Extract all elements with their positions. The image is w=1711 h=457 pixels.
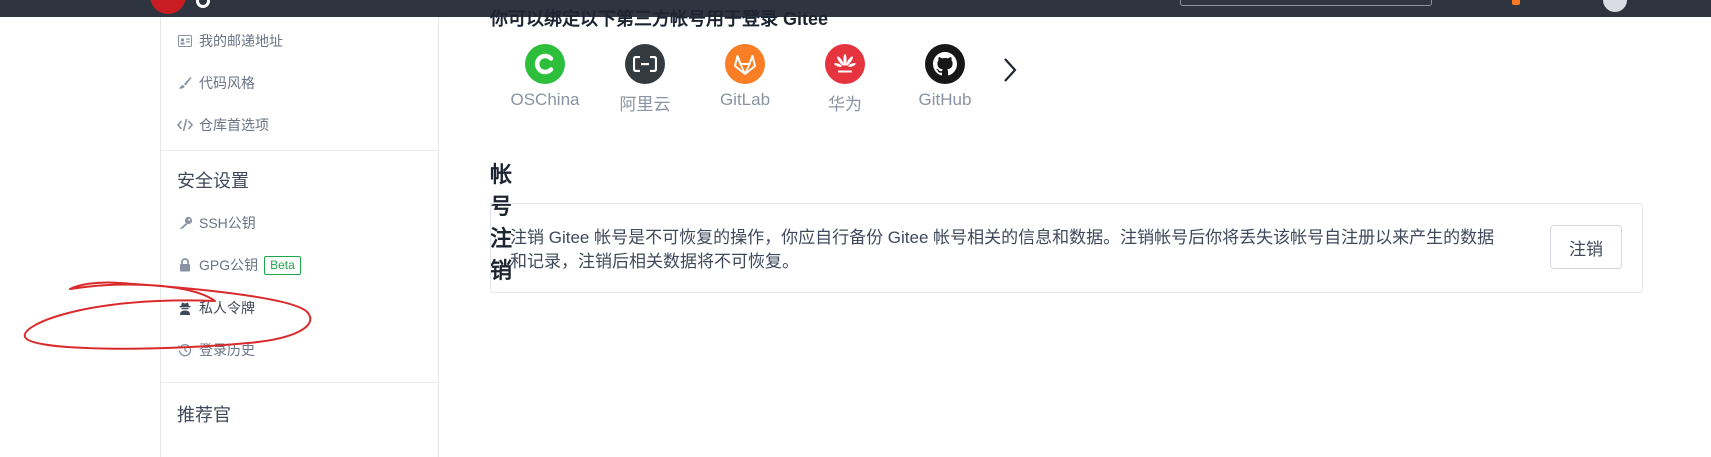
provider-name: 华为 <box>828 95 862 114</box>
huawei-icon <box>825 44 865 84</box>
oschina-icon <box>525 44 565 84</box>
provider-aliyun[interactable]: 阿里云 <box>595 44 695 115</box>
third-party-bind-title: 你可以绑定以下第三方帐号用于登录 Gitee <box>490 9 829 29</box>
sidebar-item-label: 我的邮递地址 <box>199 33 283 49</box>
top-navbar <box>0 0 1711 17</box>
beta-badge: Beta <box>264 255 301 275</box>
provider-name: GitHub <box>918 90 972 109</box>
sidebar-item-ssh-keys[interactable]: SSH公钥 <box>177 212 256 234</box>
sidebar-item-label: GPG公钥 <box>199 257 259 273</box>
provider-github[interactable]: GitHub <box>895 44 995 115</box>
sidebar-item-label: 登录历史 <box>199 342 255 358</box>
gitlab-icon <box>725 44 765 84</box>
cancel-account-button[interactable]: 注销 <box>1550 225 1622 269</box>
account-cancel-description: 注销 Gitee 帐号是不可恢复的操作，你应自行备份 Gitee 帐号相关的信息… <box>510 228 1495 271</box>
sidebar-item-personal-tokens[interactable]: 私人令牌 <box>177 297 255 319</box>
sidebar-item-mailing-address[interactable]: 我的邮递地址 <box>177 30 283 52</box>
provider-huawei[interactable]: 华为 <box>795 44 895 115</box>
search-input[interactable] <box>1180 0 1432 6</box>
lock-icon <box>177 257 193 273</box>
gitee-wordmark-icon <box>196 0 210 8</box>
sidebar-item-repo-preferences[interactable]: 仓库首选项 <box>177 114 269 136</box>
gitee-logo[interactable] <box>150 0 186 14</box>
account-cancel-card: 注销 Gitee 帐号是不可恢复的操作，你应自行备份 Gitee 帐号相关的信息… <box>490 203 1643 293</box>
id-card-icon <box>177 33 193 49</box>
avatar[interactable] <box>1603 0 1627 12</box>
settings-sidebar: 我的邮递地址 代码风格 仓库首选项 安全设置 SSH公钥 GPG公钥 Beta … <box>160 17 439 457</box>
provider-name: GitLab <box>719 90 771 109</box>
sidebar-divider <box>161 150 439 151</box>
brush-icon <box>177 75 193 91</box>
sidebar-item-label: 代码风格 <box>199 75 255 91</box>
referrer-heading: 推荐官 <box>177 405 231 425</box>
sidebar-item-label: SSH公钥 <box>199 215 256 231</box>
sidebar-item-login-history[interactable]: 登录历史 <box>177 339 255 361</box>
chevron-right-icon <box>1004 58 1017 82</box>
notification-icon[interactable] <box>1512 0 1520 5</box>
code-icon <box>177 117 193 133</box>
third-party-provider-list: OSChina 阿里云 GitLab 华为 GitHub <box>495 44 995 115</box>
provider-gitlab[interactable]: GitLab <box>695 44 795 115</box>
history-icon <box>177 342 193 358</box>
security-settings-heading: 安全设置 <box>177 171 249 191</box>
sidebar-item-label: 私人令牌 <box>199 300 255 316</box>
sidebar-divider <box>161 382 439 383</box>
providers-next-button[interactable] <box>998 55 1022 85</box>
sidebar-item-gpg-keys[interactable]: GPG公钥 Beta <box>177 254 301 276</box>
sidebar-item-code-style[interactable]: 代码风格 <box>177 72 255 94</box>
provider-name: OSChina <box>510 90 580 109</box>
github-icon <box>925 44 965 84</box>
sidebar-item-label: 仓库首选项 <box>199 117 269 133</box>
aliyun-icon <box>625 44 665 84</box>
user-secret-icon <box>177 300 193 316</box>
provider-name: 阿里云 <box>619 95 671 114</box>
provider-oschina[interactable]: OSChina <box>495 44 595 115</box>
key-icon <box>177 215 193 231</box>
